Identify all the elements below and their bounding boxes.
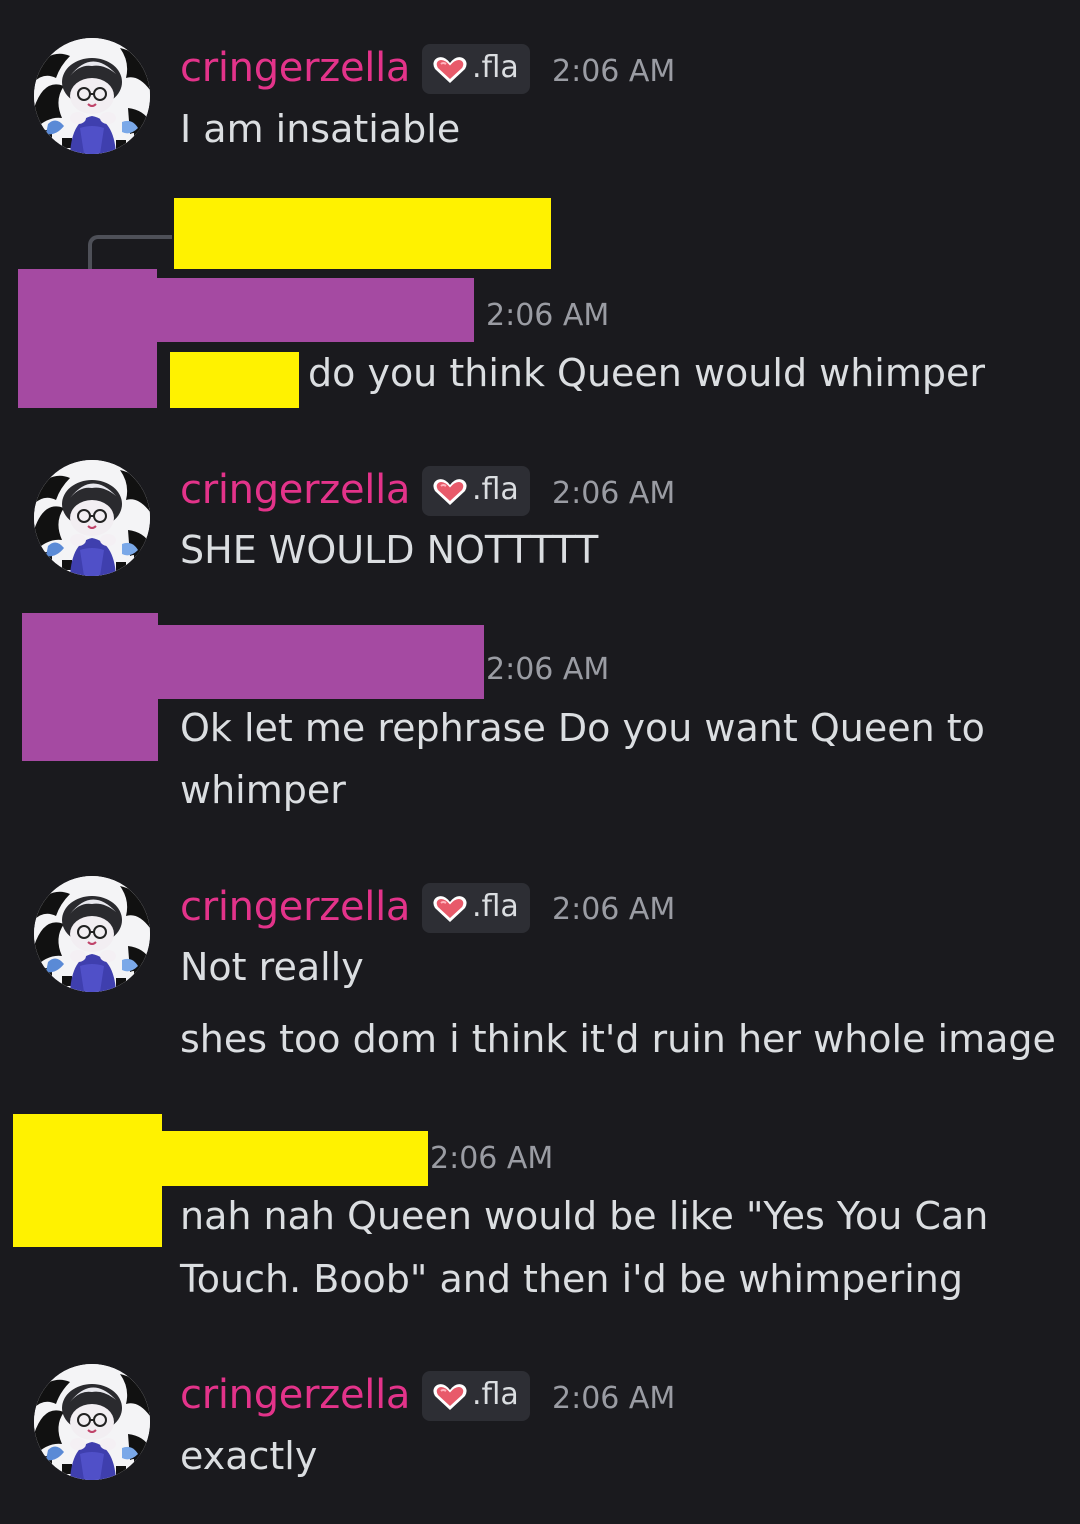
anime-skunk-avatar-icon xyxy=(34,876,150,992)
timestamp: 2:06 AM xyxy=(486,298,610,333)
redacted-username xyxy=(158,625,484,699)
message-text: SHE WOULD NOTTTTT xyxy=(180,528,599,572)
redacted-username xyxy=(157,278,474,342)
redacted-avatar xyxy=(22,613,158,761)
message-text: shes too dom i think it'd ruin her whole… xyxy=(180,1017,1056,1061)
redacted-avatar xyxy=(13,1114,162,1247)
username[interactable]: cringerzella xyxy=(180,1371,410,1419)
pixel-heart-icon xyxy=(432,895,468,923)
tag-label: .fla xyxy=(472,472,519,507)
username[interactable]: cringerzella xyxy=(180,883,410,931)
avatar[interactable] xyxy=(34,876,150,992)
message-text: do you think Queen would whimper xyxy=(308,351,986,395)
clan-tag[interactable]: .fla xyxy=(422,883,530,933)
pixel-heart-icon xyxy=(432,1383,468,1411)
username[interactable]: cringerzella xyxy=(180,44,410,92)
message-text: whimper xyxy=(180,768,346,812)
message-text: I am insatiable xyxy=(180,107,461,151)
message-text: Touch. Boob" and then i'd be whimpering xyxy=(180,1257,963,1301)
timestamp: 2:06 AM xyxy=(486,652,610,687)
anime-skunk-avatar-icon xyxy=(34,460,150,576)
message-text: Not really xyxy=(180,945,364,989)
timestamp: 2:06 AM xyxy=(430,1141,554,1176)
redacted-username xyxy=(162,1131,428,1186)
pixel-heart-icon xyxy=(432,478,468,506)
timestamp: 2:06 AM xyxy=(552,892,676,927)
avatar[interactable] xyxy=(34,460,150,576)
redacted-mention xyxy=(170,352,299,408)
redacted-avatar xyxy=(18,269,157,408)
timestamp: 2:06 AM xyxy=(552,476,676,511)
clan-tag[interactable]: .fla xyxy=(422,1371,530,1421)
anime-skunk-avatar-icon xyxy=(34,1364,150,1480)
clan-tag[interactable]: .fla xyxy=(422,466,530,516)
tag-label: .fla xyxy=(472,50,519,85)
avatar[interactable] xyxy=(34,38,150,154)
tag-label: .fla xyxy=(472,889,519,924)
message-text: Ok let me rephrase Do you want Queen to xyxy=(180,706,985,750)
redacted-reply-preview xyxy=(174,198,551,269)
pixel-heart-icon xyxy=(432,56,468,84)
message-text: exactly xyxy=(180,1434,318,1478)
avatar[interactable] xyxy=(34,1364,150,1480)
username[interactable]: cringerzella xyxy=(180,466,410,514)
anime-skunk-avatar-icon xyxy=(34,38,150,154)
tag-label: .fla xyxy=(472,1377,519,1412)
clan-tag[interactable]: .fla xyxy=(422,44,530,94)
timestamp: 2:06 AM xyxy=(552,54,676,89)
timestamp: 2:06 AM xyxy=(552,1381,676,1416)
message-text: nah nah Queen would be like "Yes You Can xyxy=(180,1194,989,1238)
